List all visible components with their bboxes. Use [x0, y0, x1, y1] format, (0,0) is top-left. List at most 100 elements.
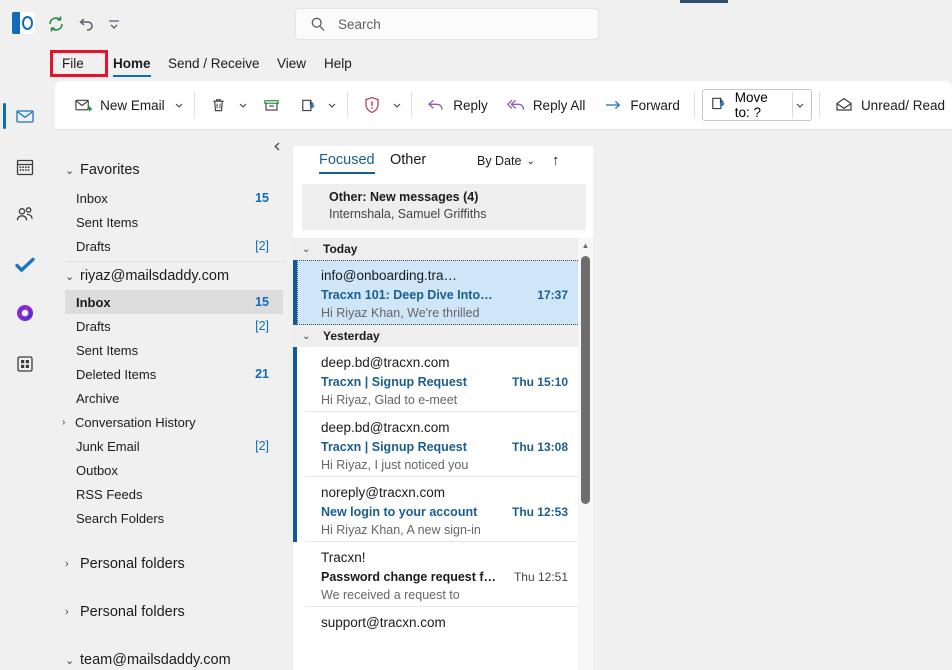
- folder-label: Drafts: [76, 318, 111, 334]
- report-button[interactable]: [355, 89, 389, 121]
- reply-all-button[interactable]: Reply All: [499, 89, 593, 121]
- scroll-up-arrow-icon[interactable]: ▲: [578, 238, 593, 253]
- folder-riyaz-rss-feeds[interactable]: RSS Feeds: [65, 482, 283, 506]
- folder-label: Drafts: [76, 238, 111, 254]
- message-list-item[interactable]: info@onboarding.tra… Tracxn 101: Deep Di…: [293, 260, 586, 325]
- ribbon-divider-3: [411, 92, 413, 118]
- folder-group-label: Personal folders: [80, 556, 185, 572]
- people-app-icon[interactable]: [11, 201, 39, 229]
- move-to-icon: [709, 94, 728, 116]
- folder-count: 15: [255, 295, 269, 309]
- move-to-inbox-button[interactable]: [292, 89, 325, 121]
- message-sender: noreply@tracxn.com: [321, 485, 445, 500]
- archive-button[interactable]: [255, 89, 288, 121]
- folder-label: RSS Feeds: [76, 486, 143, 502]
- message-preview: We received a request to: [321, 588, 460, 602]
- folder-riyaz-drafts[interactable]: Drafts [2]: [65, 314, 283, 338]
- message-subject: Password change request f…: [321, 570, 496, 584]
- scrollbar-thumb[interactable]: [581, 256, 590, 504]
- new-email-label: New Email: [100, 97, 165, 113]
- collapse-folder-pane-chevron-left-icon[interactable]: [269, 138, 285, 154]
- move-to-dropdown-chevron-down-icon[interactable]: [793, 89, 808, 121]
- new-email-dropdown-chevron-down-icon[interactable]: [172, 89, 188, 121]
- sort-direction-arrow-up-icon[interactable]: ↑: [552, 152, 560, 169]
- message-preview: Hi Riyaz, I just noticed you: [321, 458, 469, 472]
- ribbon-divider: [194, 92, 195, 118]
- folder-favorites-inbox[interactable]: Inbox 15: [65, 186, 283, 210]
- folder-group-personal-folders-2[interactable]: › Personal folders: [65, 600, 185, 624]
- folder-riyaz-sent-items[interactable]: Sent Items: [65, 338, 283, 362]
- folder-riyaz-conversation-history[interactable]: › Conversation History: [62, 410, 283, 434]
- unread-indicator-bar: [293, 477, 297, 542]
- move-to-inbox-icon: [299, 96, 318, 115]
- unread-indicator-bar: [293, 347, 297, 412]
- folder-riyaz-deleted-items[interactable]: Deleted Items 21: [65, 362, 283, 386]
- delete-dropdown-chevron-down-icon[interactable]: [235, 89, 251, 121]
- other-new-messages-banner[interactable]: Other: New messages (4) Internshala, Sam…: [302, 184, 586, 230]
- report-dropdown-chevron-down-icon[interactable]: [389, 89, 405, 121]
- chevron-down-icon: ⌄: [302, 330, 311, 342]
- reply-icon: [426, 95, 446, 115]
- folder-group-team-account[interactable]: ⌄ team@mailsdaddy.com: [65, 648, 231, 670]
- message-time: Thu 12:53: [511, 505, 568, 519]
- chevron-down-icon: ⌄: [65, 654, 75, 667]
- message-preview: Hi Riyaz Khan, A new sign-in: [321, 523, 481, 537]
- tab-focused[interactable]: Focused: [319, 152, 375, 174]
- mail-active-indicator: [3, 103, 6, 129]
- message-group-yesterday[interactable]: ⌄ Yesterday: [293, 325, 586, 347]
- search-icon: [310, 16, 326, 32]
- new-email-button[interactable]: New Email: [67, 89, 172, 121]
- tab-view[interactable]: View: [277, 46, 306, 81]
- tab-send-receive[interactable]: Send / Receive: [168, 46, 260, 81]
- tab-home[interactable]: Home: [113, 46, 151, 81]
- todo-app-icon[interactable]: [11, 251, 39, 279]
- sort-label: By Date: [477, 154, 522, 168]
- folder-pane-divider: [65, 261, 285, 262]
- message-list-item[interactable]: deep.bd@tracxn.com Tracxn | Signup Reque…: [293, 412, 586, 477]
- reply-all-icon: [506, 95, 526, 115]
- message-list-item[interactable]: noreply@tracxn.com New login to your acc…: [293, 477, 586, 542]
- move-inbox-dropdown-chevron-down-icon[interactable]: [325, 89, 341, 121]
- undo-icon[interactable]: [74, 12, 98, 36]
- unread-read-button[interactable]: Unread/ Read: [827, 89, 952, 121]
- folder-group-favorites[interactable]: ⌄ Favorites: [65, 158, 140, 182]
- message-list-tabs: Focused Other By Date ⌄ ↑: [293, 146, 593, 184]
- other-banner-subtitle: Internshala, Samuel Griffiths: [329, 207, 487, 221]
- delete-button[interactable]: [202, 89, 235, 121]
- folder-favorites-sent-items[interactable]: Sent Items: [65, 210, 283, 234]
- folder-favorites-drafts[interactable]: Drafts [2]: [65, 234, 283, 258]
- customize-quick-access-icon[interactable]: [102, 12, 126, 36]
- more-apps-icon[interactable]: [11, 350, 39, 378]
- calendar-app-icon[interactable]: [11, 153, 39, 181]
- move-to-button[interactable]: Move to: ?: [701, 89, 813, 121]
- folder-group-riyaz-account[interactable]: ⌄ riyaz@mailsdaddy.com: [65, 264, 229, 288]
- folder-riyaz-search-folders[interactable]: Search Folders: [65, 506, 283, 530]
- chevron-down-icon: ⌄: [302, 243, 311, 255]
- folder-riyaz-junk-email[interactable]: Junk Email [2]: [65, 434, 283, 458]
- folder-label: Search Folders: [76, 510, 165, 526]
- message-list-item[interactable]: deep.bd@tracxn.com Tracxn | Signup Reque…: [293, 347, 586, 412]
- folder-label: Archive: [76, 390, 120, 406]
- forward-button[interactable]: Forward: [596, 89, 687, 121]
- folder-riyaz-inbox[interactable]: Inbox 15: [65, 290, 283, 314]
- message-list-scrollbar[interactable]: ▲: [578, 238, 593, 670]
- tab-file[interactable]: File: [62, 46, 84, 81]
- folder-riyaz-outbox[interactable]: Outbox: [65, 458, 283, 482]
- onenote-app-icon[interactable]: [11, 299, 39, 327]
- refresh-icon[interactable]: [44, 12, 68, 36]
- message-group-today[interactable]: ⌄ Today: [293, 238, 586, 260]
- trash-icon: [209, 96, 228, 115]
- sort-by-dropdown[interactable]: By Date ⌄: [477, 154, 535, 168]
- message-list-item[interactable]: Tracxn! Password change request f… Thu 1…: [293, 542, 586, 607]
- tab-help[interactable]: Help: [324, 46, 352, 81]
- message-list-item[interactable]: support@tracxn.com: [293, 607, 586, 670]
- search-input[interactable]: Search: [295, 8, 599, 40]
- forward-arrow-icon: [603, 95, 623, 115]
- title-bar: Search: [0, 0, 952, 46]
- folder-group-personal-folders-1[interactable]: › Personal folders: [65, 552, 185, 576]
- message-subject: Tracxn | Signup Request: [321, 375, 467, 389]
- reply-button[interactable]: Reply: [419, 89, 495, 121]
- folder-riyaz-archive[interactable]: Archive: [65, 386, 283, 410]
- tab-other[interactable]: Other: [390, 152, 426, 168]
- mail-app-icon[interactable]: [11, 102, 39, 130]
